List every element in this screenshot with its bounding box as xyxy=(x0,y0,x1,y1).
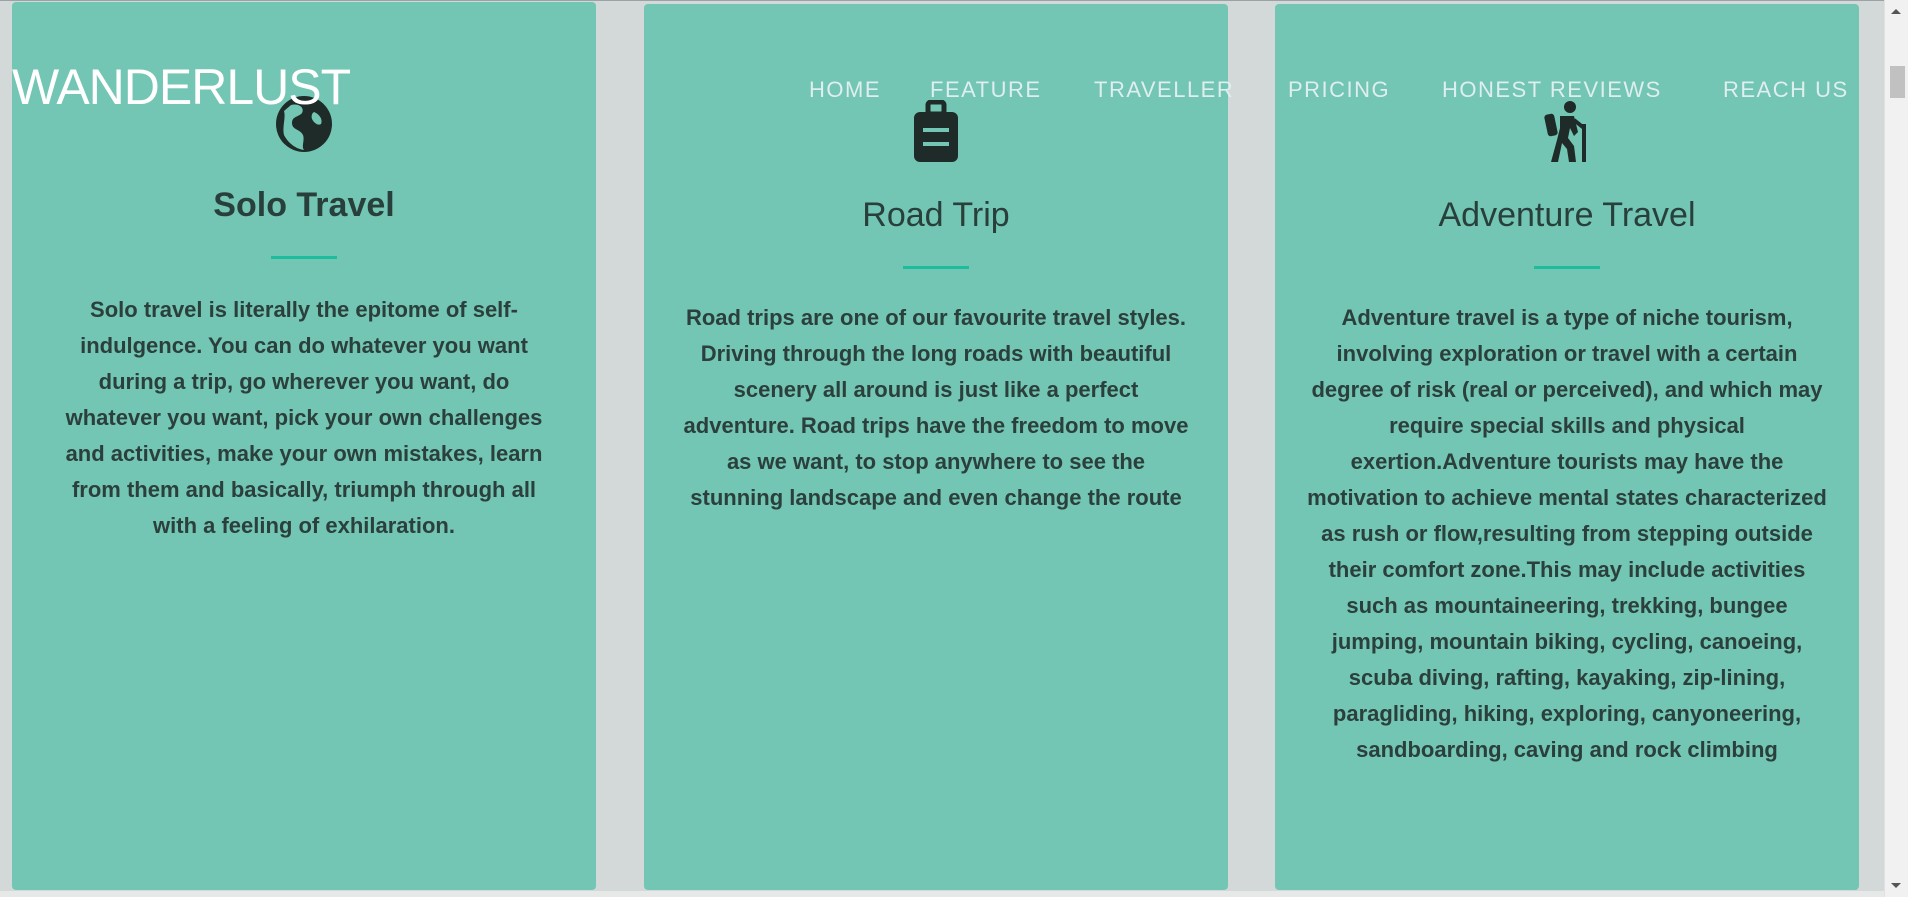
vertical-scrollbar[interactable] xyxy=(1884,0,1908,897)
nav-home[interactable]: HOME xyxy=(809,77,881,103)
title-underline xyxy=(903,266,969,269)
scrollbar-thumb[interactable] xyxy=(1890,66,1905,98)
suitcase-rolling-icon xyxy=(644,100,1228,172)
main-nav: HOME FEATURE TRAVELLER PRICING HONEST RE… xyxy=(0,77,1884,107)
nav-feature[interactable]: FEATURE xyxy=(930,77,1042,103)
card-description: Solo travel is literally the epitome of … xyxy=(65,297,543,538)
feature-card-solo-travel: Solo Travel Solo travel is literally the… xyxy=(12,2,596,890)
nav-traveller[interactable]: TRAVELLER xyxy=(1094,77,1234,103)
scroll-down-icon[interactable] xyxy=(1891,883,1901,888)
title-underline xyxy=(1534,266,1600,269)
nav-honest-reviews[interactable]: HONEST REVIEWS xyxy=(1442,77,1662,103)
feature-card-road-trip: Road Trip Road trips are one of our favo… xyxy=(644,4,1228,890)
card-title: Adventure Travel xyxy=(1438,196,1696,234)
nav-reach-us[interactable]: REACH US xyxy=(1723,77,1849,103)
title-underline xyxy=(271,256,337,259)
nav-pricing[interactable]: PRICING xyxy=(1288,77,1390,103)
card-description: Adventure travel is a type of niche tour… xyxy=(1307,305,1827,762)
hiking-icon xyxy=(1275,100,1859,172)
top-border xyxy=(0,0,1884,1)
scroll-up-icon[interactable] xyxy=(1891,9,1901,14)
card-description: Road trips are one of our favourite trav… xyxy=(683,305,1189,510)
bottom-edge xyxy=(0,891,1884,897)
card-title: Road Trip xyxy=(862,196,1010,234)
card-title: Solo Travel xyxy=(213,186,395,224)
feature-card-adventure-travel: Adventure Travel Adventure travel is a t… xyxy=(1275,4,1859,890)
